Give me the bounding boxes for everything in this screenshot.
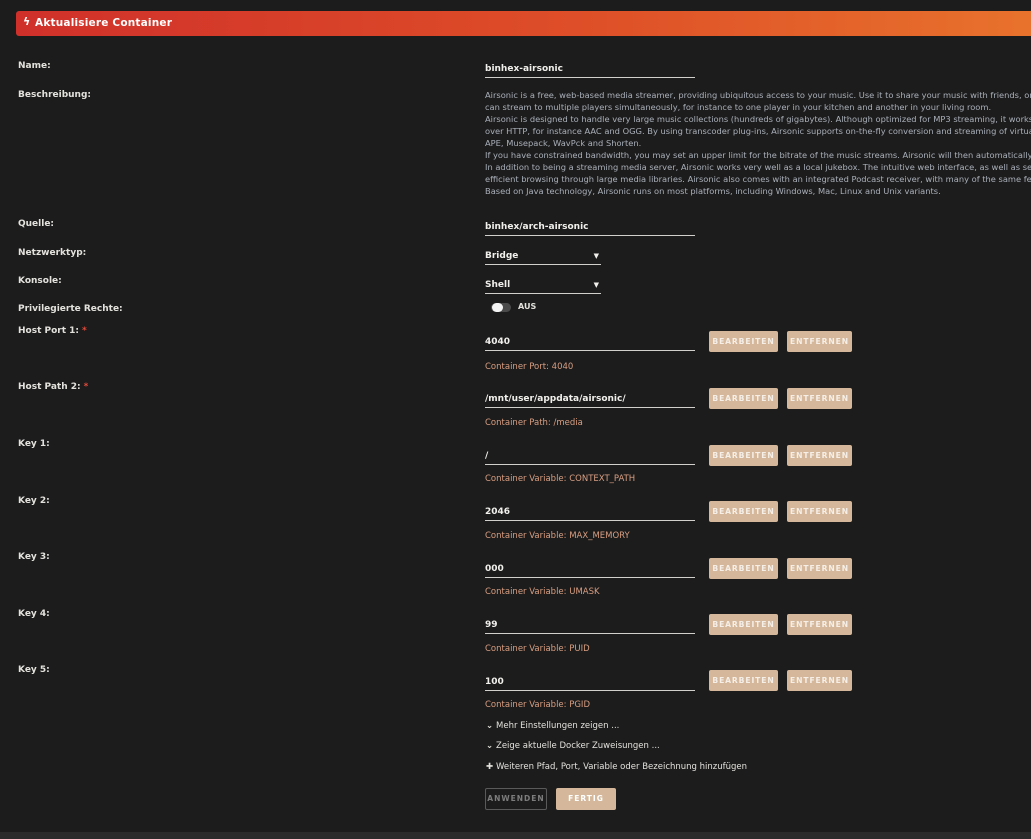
header-banner: ϟ Aktualisiere Container (16, 11, 1031, 36)
page-title: Aktualisiere Container (35, 17, 173, 29)
config-label: Host Port 1: * (18, 326, 87, 336)
plus-icon: ✚ (486, 762, 494, 772)
apply-button[interactable]: ANWENDEN (485, 788, 547, 810)
description-line: If you have constrained bandwidth, you m… (485, 150, 1031, 160)
config-hint: Container Variable: CONTEXT_PATH (485, 474, 636, 484)
add-config-link[interactable]: ✚ Weiteren Pfad, Port, Variable oder Beze… (486, 762, 747, 772)
config-hint: Container Variable: UMASK (485, 587, 600, 597)
remove-button[interactable]: Entfernen (787, 388, 852, 409)
source-label: Quelle: (18, 219, 55, 229)
remove-button[interactable]: Entfernen (787, 501, 852, 522)
description-text: Airsonic is a free, web-based media stre… (485, 89, 1031, 197)
network-select[interactable]: Bridge ▼ (485, 250, 601, 265)
config-input[interactable]: 100 (485, 676, 695, 691)
remove-button[interactable]: Entfernen (787, 331, 852, 352)
description-line: APE, Musepack, WavPck and Shorten. (485, 138, 642, 148)
done-button[interactable]: FERTIG (556, 788, 616, 810)
config-hint: Container Variable: MAX_MEMORY (485, 531, 630, 541)
network-value: Bridge (485, 251, 519, 261)
name-label: Name: (18, 61, 51, 71)
edit-button[interactable]: Bearbeiten (709, 558, 778, 579)
console-label: Konsole: (18, 276, 62, 286)
console-select[interactable]: Shell ▼ (485, 279, 601, 294)
privileged-toggle[interactable] (491, 303, 511, 312)
config-input[interactable]: 99 (485, 619, 695, 634)
chevron-down-icon: ⌄ (486, 721, 494, 731)
privileged-state: AUS (518, 302, 537, 311)
config-label: Key 1: (18, 439, 50, 449)
privileged-label: Privilegierte Rechte: (18, 304, 123, 314)
description-line: Based on Java technology, Airsonic runs … (485, 186, 941, 196)
config-label: Key 3: (18, 552, 50, 562)
edit-button[interactable]: Bearbeiten (709, 445, 778, 466)
bolt-icon: ϟ (23, 15, 31, 28)
remove-button[interactable]: Entfernen (787, 558, 852, 579)
more-settings-link[interactable]: ⌄ Mehr Einstellungen zeigen ... (486, 721, 619, 731)
config-hint: Container Variable: PUID (485, 644, 590, 654)
config-label: Host Path 2: * (18, 382, 89, 392)
description-line: over HTTP, for instance AAC and OGG. By … (485, 126, 1031, 136)
edit-button[interactable]: Bearbeiten (709, 614, 778, 635)
chevron-down-icon: ⌄ (486, 741, 494, 751)
config-label: Key 5: (18, 665, 50, 675)
config-input[interactable]: / (485, 450, 695, 465)
config-hint: Container Variable: PGID (485, 700, 590, 710)
description-line: efficient browsing through large media l… (485, 174, 1031, 184)
description-label: Beschreibung: (18, 90, 91, 100)
chevron-down-icon: ▼ (593, 252, 599, 260)
docker-mappings-link[interactable]: ⌄ Zeige aktuelle Docker Zuweisungen ... (486, 741, 660, 751)
config-hint: Container Path: /media (485, 418, 583, 428)
config-hint: Container Port: 4040 (485, 362, 574, 372)
source-input[interactable]: binhex/arch-airsonic (485, 221, 695, 236)
config-label: Key 2: (18, 496, 50, 506)
config-input[interactable]: 4040 (485, 336, 695, 351)
remove-button[interactable]: Entfernen (787, 670, 852, 691)
config-label: Key 4: (18, 609, 50, 619)
edit-button[interactable]: Bearbeiten (709, 670, 778, 691)
remove-button[interactable]: Entfernen (787, 445, 852, 466)
edit-button[interactable]: Bearbeiten (709, 331, 778, 352)
description-line: can stream to multiple players simultane… (485, 102, 992, 112)
toggle-knob (492, 303, 503, 312)
remove-button[interactable]: Entfernen (787, 614, 852, 635)
config-input[interactable]: 2046 (485, 506, 695, 521)
name-input[interactable]: binhex-airsonic (485, 63, 695, 78)
config-input[interactable]: 000 (485, 563, 695, 578)
edit-button[interactable]: Bearbeiten (709, 501, 778, 522)
edit-button[interactable]: Bearbeiten (709, 388, 778, 409)
console-value: Shell (485, 280, 511, 290)
config-input[interactable]: /mnt/user/appdata/airsonic/ (485, 393, 695, 408)
description-line: Airsonic is a free, web-based media stre… (485, 90, 1031, 100)
network-label: Netzwerktyp: (18, 248, 87, 258)
footer-bar (0, 832, 1031, 839)
description-line: In addition to being a streaming media s… (485, 162, 1031, 172)
description-line: Airsonic is designed to handle very larg… (485, 114, 1031, 124)
chevron-down-icon: ▼ (593, 281, 599, 289)
